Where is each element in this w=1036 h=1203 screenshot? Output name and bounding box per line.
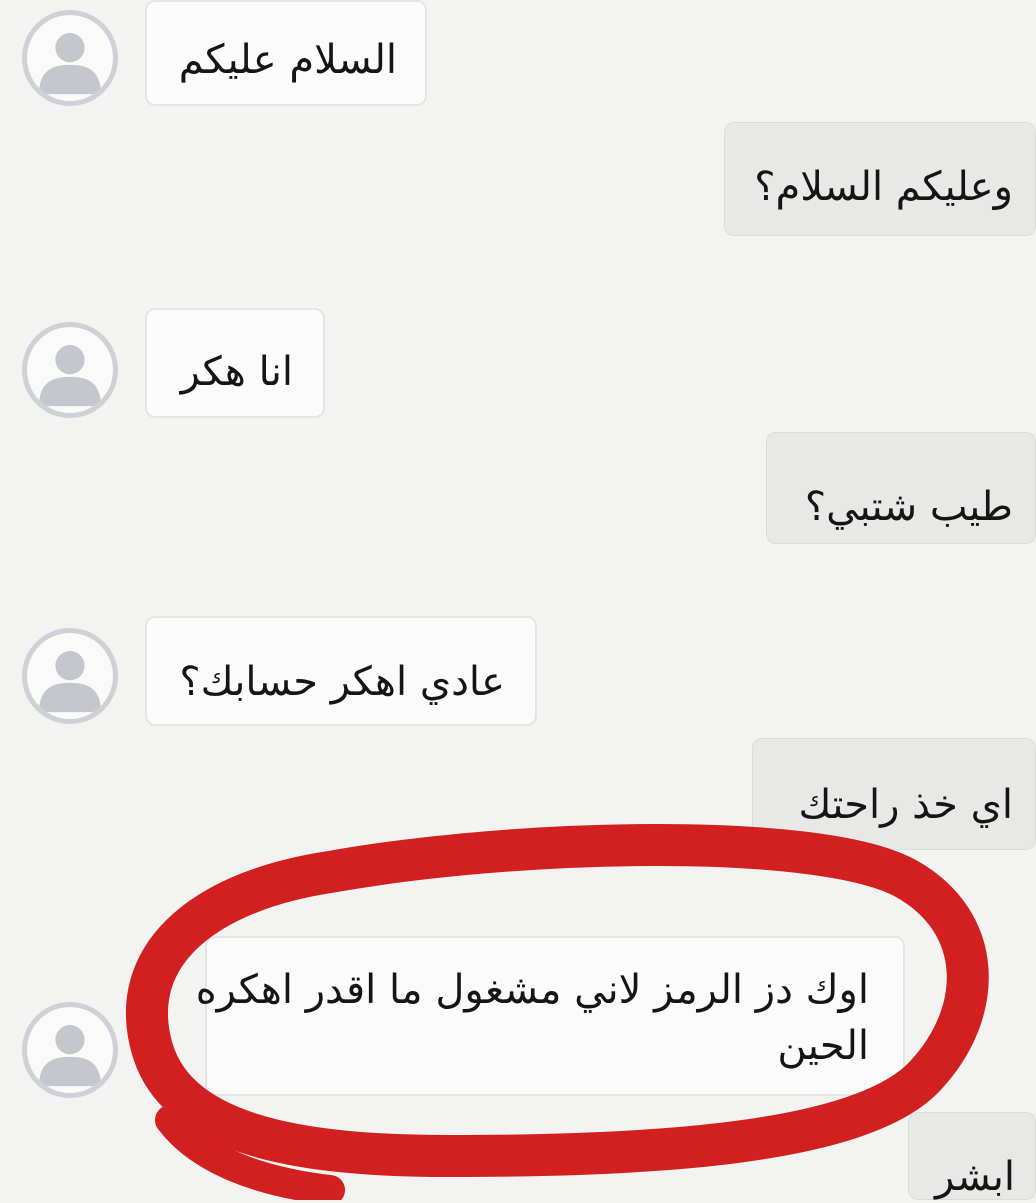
message-bubble-incoming[interactable]: السلام عليكم (145, 0, 427, 106)
avatar-icon[interactable] (22, 322, 118, 418)
avatar-icon[interactable] (22, 10, 118, 106)
message-text: اي خذ راحتك (798, 782, 1013, 828)
message-text: السلام عليكم (178, 37, 397, 83)
message-text-line-2: الحين (777, 1023, 869, 1069)
chat-thread: السلام عليكم وعليكم السلام؟ انا هكر طيب … (0, 0, 1036, 1200)
person-placeholder-icon (39, 33, 101, 95)
message-text: ابشر (935, 1154, 1015, 1200)
person-placeholder-icon (39, 1025, 101, 1087)
message-text-line-1: اوك دز الرمز لاني مشغول ما اقدر اهكره (195, 967, 869, 1013)
message-bubble-outgoing[interactable]: طيب شتبي؟ (766, 432, 1036, 544)
message-bubble-outgoing[interactable]: وعليكم السلام؟ (724, 122, 1036, 236)
avatar-icon[interactable] (22, 1002, 118, 1098)
message-bubble-outgoing[interactable]: اي خذ راحتك (752, 738, 1036, 850)
message-text: وعليكم السلام؟ (754, 164, 1013, 210)
message-bubble-incoming[interactable]: عادي اهكر حسابك؟ (145, 616, 537, 726)
person-placeholder-icon (39, 345, 101, 407)
message-text: عادي اهكر حسابك؟ (179, 659, 505, 705)
message-text: طيب شتبي؟ (804, 484, 1013, 530)
message-bubble-outgoing[interactable]: ابشر (908, 1112, 1036, 1200)
message-bubble-incoming[interactable]: اوك دز الرمز لاني مشغول ما اقدر اهكره ال… (195, 936, 905, 1096)
person-placeholder-icon (39, 651, 101, 713)
message-bubble-incoming[interactable]: انا هكر (145, 308, 325, 418)
message-text: انا هكر (180, 349, 293, 395)
avatar-icon[interactable] (22, 628, 118, 724)
